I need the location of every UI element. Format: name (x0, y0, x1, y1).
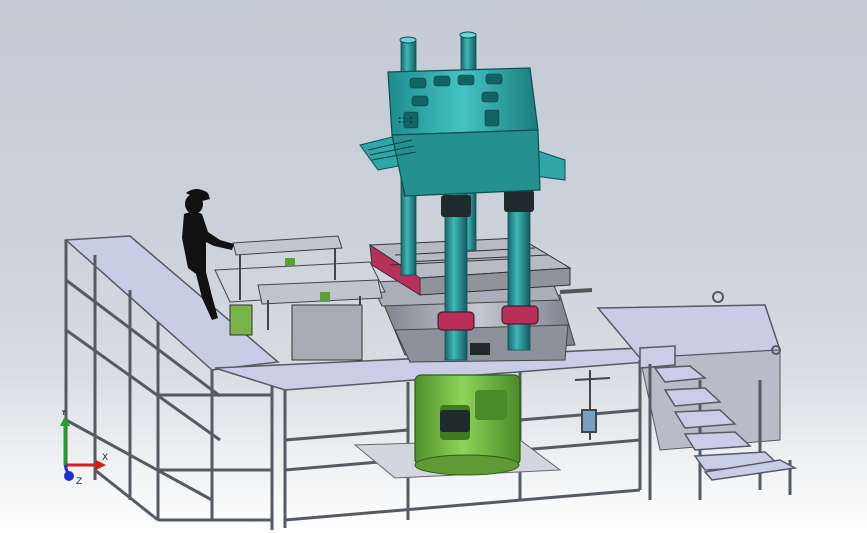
coordinate-triad-icon[interactable]: Y X Z (50, 410, 120, 490)
right-platform (596, 291, 798, 500)
y-axis-label: Y (60, 410, 67, 418)
press-crown: ∷ ∶ (359, 67, 566, 197)
cad-viewport[interactable]: ∷ ∶ Y X Z (0, 0, 867, 533)
z-axis-arrowhead (64, 471, 74, 481)
press-machine-model[interactable]: ∷ ∶ (0, 0, 867, 533)
z-axis-label: Z (76, 477, 82, 487)
svg-text:∷ ∶: ∷ ∶ (398, 114, 413, 127)
x-axis-label: X (102, 453, 108, 463)
hydraulic-lines (574, 370, 611, 440)
